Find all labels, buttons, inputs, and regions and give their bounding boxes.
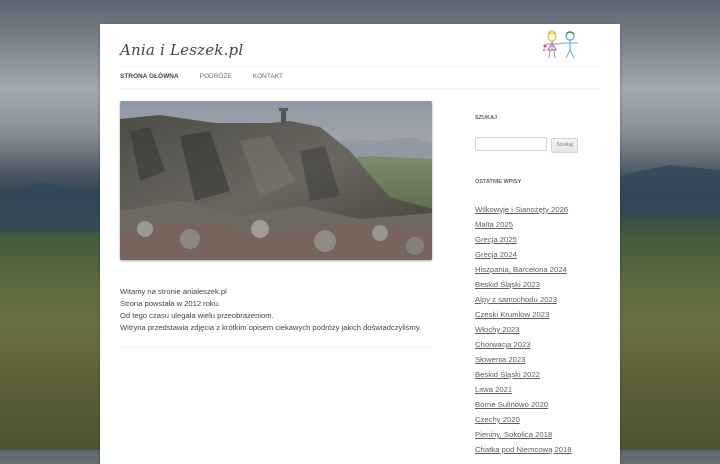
list-item: Malta 2025 <box>475 217 572 232</box>
recent-post-link[interactable]: Litwa 2021 <box>475 385 512 394</box>
list-item: Włochy 2023 <box>475 322 572 337</box>
main-navigation: STRONA GŁÓWNA PODRÓŻE KONTAKT <box>120 73 304 80</box>
header-divider <box>120 66 600 67</box>
recent-post-link[interactable]: Pieniny, Sokolica 2018 <box>475 430 552 439</box>
recent-post-link[interactable]: Hiszpania, Barcelona 2024 <box>475 265 567 274</box>
list-item: Grecja 2025 <box>475 232 572 247</box>
content-divider <box>120 347 432 348</box>
page-container: Ania i Leszek.pl STRONA GŁÓWNA PODRÓŻE K… <box>100 24 620 464</box>
list-item: Borne Sulinowo 2020 <box>475 397 572 412</box>
list-item: Beskid Śląski 2023 <box>475 277 572 292</box>
list-item: Alpy z samochodu 2023 <box>475 292 572 307</box>
mountain-landscape-photo <box>120 101 432 260</box>
recent-post-link[interactable]: Chorwacja 2023 <box>475 340 531 349</box>
background-landscape-right <box>620 0 720 450</box>
recent-post-link[interactable]: Beskid Śląski 2022 <box>475 370 540 379</box>
recent-post-link[interactable]: Borne Sulinowo 2020 <box>475 400 548 409</box>
search-input[interactable] <box>475 137 547 151</box>
recent-post-link[interactable]: Czechy 2020 <box>475 415 520 424</box>
site-title[interactable]: Ania i Leszek.pl <box>120 41 243 59</box>
recent-post-link[interactable]: Czeski Krumlow 2023 <box>475 310 549 319</box>
recent-post-link[interactable]: Słowenia 2023 <box>475 355 525 364</box>
recent-post-link[interactable]: Wilkowyje i Sianożęty 2026 <box>475 205 568 214</box>
list-item: Beskid Śląski 2022 <box>475 367 572 382</box>
recent-post-link[interactable]: Włochy 2023 <box>475 325 519 334</box>
recent-post-link[interactable]: Malta 2025 <box>475 220 513 229</box>
recent-post-link[interactable]: Grecja 2025 <box>475 235 517 244</box>
list-item: Hiszpania, Barcelona 2024 <box>475 262 572 277</box>
recent-posts-list: Wilkowyje i Sianożęty 2026 Malta 2025 Gr… <box>475 202 572 457</box>
intro-line: Od tego czasu ulegała wielu przeobrażeni… <box>120 311 274 320</box>
list-item: Czeski Krumlow 2023 <box>475 307 572 322</box>
list-item: Grecja 2024 <box>475 247 572 262</box>
intro-line: Witamy na stronie anialeszek.pl <box>120 287 227 296</box>
search-widget-title: SZUKAJ <box>475 115 498 121</box>
recent-post-link[interactable]: Grecja 2024 <box>475 250 517 259</box>
list-item: Chorwacja 2023 <box>475 337 572 352</box>
list-item: Pieniny, Sokolica 2018 <box>475 427 572 442</box>
recent-posts-title: OSTATNIE WPISY <box>475 179 522 185</box>
search-button[interactable]: Szukaj <box>551 138 578 153</box>
nav-item-home[interactable]: STRONA GŁÓWNA <box>120 73 179 80</box>
list-item: Litwa 2021 <box>475 382 572 397</box>
nav-item-contact[interactable]: KONTAKT <box>253 73 283 80</box>
nav-item-travels[interactable]: PODRÓŻE <box>200 73 232 80</box>
recent-post-link[interactable]: Alpy z samochodu 2023 <box>475 295 557 304</box>
background-landscape-left <box>0 0 100 450</box>
family-drawing-logo <box>542 30 578 59</box>
nav-divider <box>120 88 600 89</box>
list-item: Słowenia 2023 <box>475 352 572 367</box>
intro-text: Witamy na stronie anialeszek.pl Strona p… <box>120 286 440 334</box>
intro-line: Witryna przedstawia zdjęcia z krótkim op… <box>120 323 422 332</box>
list-item: Czechy 2020 <box>475 412 572 427</box>
intro-line: Strona powstała w 2012 roku. <box>120 299 221 308</box>
list-item: Wilkowyje i Sianożęty 2026 <box>475 202 572 217</box>
recent-post-link[interactable]: Beskid Śląski 2023 <box>475 280 540 289</box>
